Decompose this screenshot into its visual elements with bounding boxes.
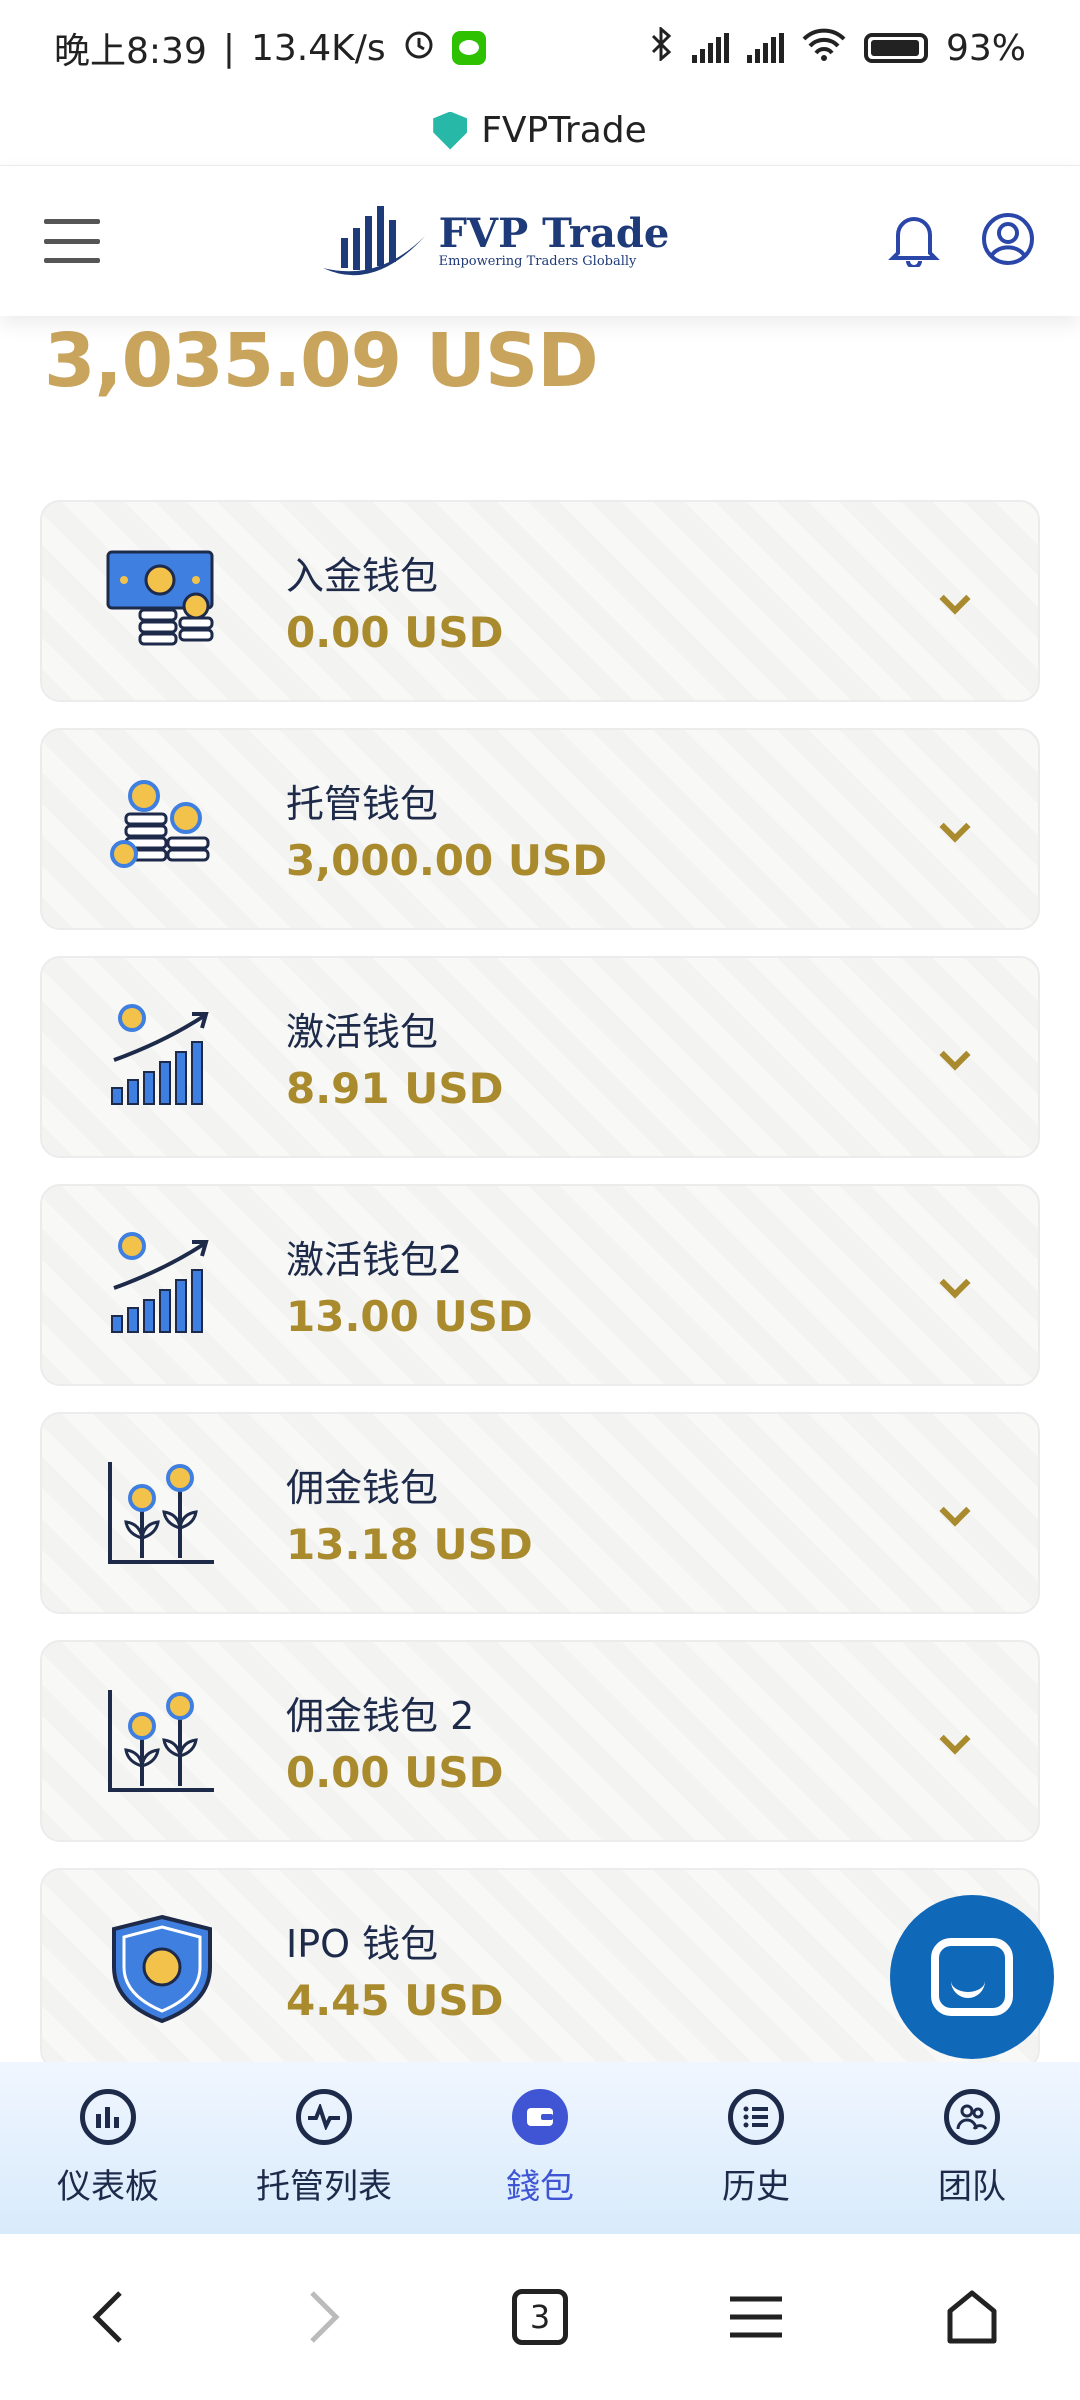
growth-chart-icon xyxy=(102,1225,222,1345)
wallet-name: 托管钱包 xyxy=(286,782,439,826)
battery-icon xyxy=(863,33,928,63)
network-speed: 13.4K/s xyxy=(250,27,386,69)
wallet-card-commission[interactable]: 佣金钱包 13.18 USD xyxy=(40,1412,1040,1614)
tab-count: 3 xyxy=(512,2289,568,2345)
signal-hd-icon xyxy=(691,33,729,63)
wallet-card-custody[interactable]: 托管钱包 3,000.00 USD xyxy=(40,728,1040,930)
nav-item-team[interactable]: 团队 xyxy=(872,2088,1072,2208)
forward-icon[interactable] xyxy=(279,2272,369,2362)
battery-level: 93% xyxy=(945,27,1026,69)
signal-hd-icon xyxy=(746,33,784,63)
wallet-icon xyxy=(512,2088,568,2145)
browser-title-bar: FVPTrade xyxy=(0,96,1080,166)
wechat-icon xyxy=(451,31,486,65)
shield-coin-icon xyxy=(102,1909,222,2029)
nav-item-custody-list[interactable]: 托管列表 xyxy=(224,2088,424,2208)
nav-label: 历史 xyxy=(722,2166,790,2207)
nav-item-wallet[interactable]: 錢包 xyxy=(440,2088,640,2208)
wallet-card-activation-2[interactable]: 激活钱包2 13.00 USD xyxy=(40,1184,1040,1386)
wallet-name: 激活钱包2 xyxy=(286,1238,463,1282)
growth-chart-icon xyxy=(102,997,222,1117)
menu-icon[interactable] xyxy=(44,219,100,263)
user-icon[interactable] xyxy=(980,211,1036,271)
cash-coins-icon xyxy=(102,541,222,661)
back-icon[interactable] xyxy=(63,2272,153,2362)
nav-item-dashboard[interactable]: 仪表板 xyxy=(8,2088,208,2208)
nav-label: 錢包 xyxy=(506,2166,574,2207)
wallet-amount: 13.00 USD xyxy=(286,1292,533,1341)
status-time: 晚上8:39 xyxy=(54,31,207,72)
wallet-name: 激活钱包 xyxy=(286,1010,439,1054)
wallet-name: 入金钱包 xyxy=(286,554,439,598)
money-plant-icon xyxy=(102,1453,222,1573)
app-header: FVP Trade Empowering Traders Globally xyxy=(0,166,1080,316)
site-shield-icon xyxy=(433,111,468,150)
chat-button[interactable] xyxy=(890,1895,1054,2059)
wallet-card-deposit[interactable]: 入金钱包 0.00 USD xyxy=(40,500,1040,702)
team-icon xyxy=(944,2088,1000,2145)
pulse-icon xyxy=(296,2088,352,2145)
logo-title: FVP Trade xyxy=(438,209,670,257)
wallet-name: 佣金钱包 xyxy=(286,1466,439,1510)
wifi-icon xyxy=(802,27,846,70)
alarm-icon xyxy=(402,27,436,70)
money-plant-icon xyxy=(102,1681,222,1801)
status-divider: | xyxy=(222,27,235,69)
status-bar: 晚上8:39 | 13.4K/s 93% xyxy=(0,0,1080,96)
wallet-name: 佣金钱包 2 xyxy=(286,1694,475,1738)
logo[interactable]: FVP Trade Empowering Traders Globally xyxy=(319,196,670,286)
total-balance: 3,035.09 USD xyxy=(44,318,599,404)
nav-label: 托管列表 xyxy=(256,2166,392,2207)
bell-icon[interactable] xyxy=(888,211,940,271)
menu-icon[interactable] xyxy=(711,2272,801,2362)
list-icon xyxy=(728,2088,784,2145)
tabs-button[interactable]: 3 xyxy=(495,2272,585,2362)
wallet-amount: 8.91 USD xyxy=(286,1064,504,1113)
wallet-amount: 0.00 USD xyxy=(286,608,504,657)
page-title: FVPTrade xyxy=(481,110,647,151)
wallet-amount: 0.00 USD xyxy=(286,1748,504,1797)
browser-toolbar: 3 xyxy=(0,2234,1080,2400)
bluetooth-icon xyxy=(648,25,674,70)
chart-icon xyxy=(80,2088,136,2145)
nav-label: 团队 xyxy=(938,2166,1006,2207)
home-icon[interactable] xyxy=(927,2272,1017,2362)
wallet-card-commission-2[interactable]: 佣金钱包 2 0.00 USD xyxy=(40,1640,1040,1842)
bottom-nav: 仪表板 托管列表 錢包 历史 团队 xyxy=(0,2062,1080,2234)
wallet-card-activation[interactable]: 激活钱包 8.91 USD xyxy=(40,956,1040,1158)
wallet-list: 入金钱包 0.00 USD 托管钱包 3,000.00 USD 激活钱包 8.9… xyxy=(40,500,1040,2096)
wallet-amount: 3,000.00 USD xyxy=(286,836,608,885)
chat-icon xyxy=(931,1938,1013,2016)
logo-mark-icon xyxy=(322,206,425,276)
coin-stack-icon xyxy=(102,769,222,889)
nav-item-history[interactable]: 历史 xyxy=(656,2088,856,2208)
wallet-amount: 13.18 USD xyxy=(286,1520,533,1569)
nav-label: 仪表板 xyxy=(57,2166,159,2207)
logo-subtitle: Empowering Traders Globally xyxy=(438,253,637,269)
